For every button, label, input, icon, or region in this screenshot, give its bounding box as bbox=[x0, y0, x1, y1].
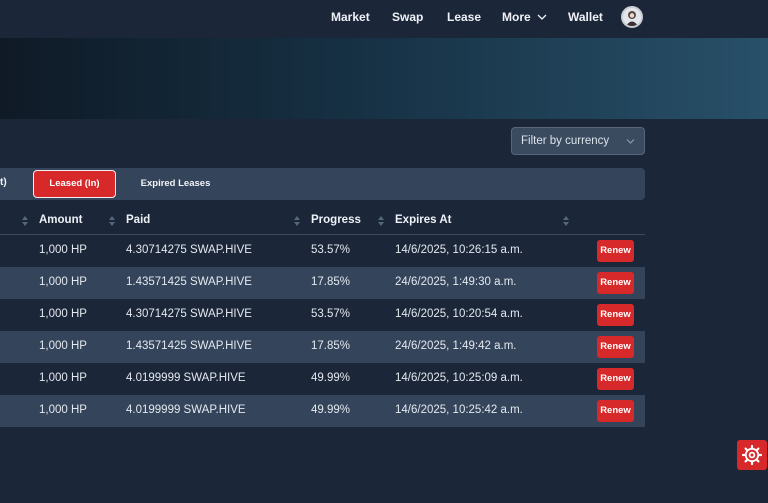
sort-icon[interactable] bbox=[22, 216, 28, 226]
tab-expired-leases[interactable]: Expired Leases bbox=[124, 170, 227, 198]
cell-progress: 53.57% bbox=[311, 308, 351, 320]
cell-progress: 49.99% bbox=[311, 404, 351, 416]
column-header-amount[interactable]: Amount bbox=[39, 214, 82, 226]
nav-wallet[interactable]: Wallet bbox=[568, 10, 603, 24]
cell-amount: 1,000 HP bbox=[39, 404, 87, 416]
gear-icon bbox=[741, 444, 763, 466]
nav-swap[interactable]: Swap bbox=[392, 10, 423, 24]
chevron-down-icon bbox=[537, 14, 547, 20]
cell-progress: 53.57% bbox=[311, 244, 351, 256]
nav-lease[interactable]: Lease bbox=[447, 10, 481, 24]
cell-expires-at: 14/6/2025, 10:25:42 a.m. bbox=[395, 404, 523, 416]
renew-button[interactable]: Renew bbox=[597, 400, 634, 422]
cell-expires-at: 24/6/2025, 1:49:30 a.m. bbox=[395, 276, 517, 288]
avatar-image bbox=[623, 8, 641, 26]
cell-amount: 1,000 HP bbox=[39, 244, 87, 256]
filter-label: Filter by currency bbox=[521, 135, 610, 147]
cell-progress: 49.99% bbox=[311, 372, 351, 384]
table-row: 1,000 HP 1.43571425 SWAP.HIVE 17.85% 24/… bbox=[0, 331, 645, 363]
avatar[interactable] bbox=[621, 6, 643, 28]
sort-icon[interactable] bbox=[294, 216, 300, 226]
table-row: 1,000 HP 1.43571425 SWAP.HIVE 17.85% 24/… bbox=[0, 267, 645, 299]
tab-leased-in[interactable]: Leased (In) bbox=[33, 170, 116, 198]
column-header-progress[interactable]: Progress bbox=[311, 214, 361, 226]
cell-paid: 1.43571425 SWAP.HIVE bbox=[126, 340, 252, 352]
renew-button[interactable]: Renew bbox=[597, 240, 634, 262]
table-row: 1,000 HP 4.30714275 SWAP.HIVE 53.57% 14/… bbox=[0, 235, 645, 267]
cell-expires-at: 14/6/2025, 10:26:15 a.m. bbox=[395, 244, 523, 256]
table-row: 1,000 HP 4.0199999 SWAP.HIVE 49.99% 14/6… bbox=[0, 363, 645, 395]
sort-icon[interactable] bbox=[563, 216, 569, 226]
cell-paid: 4.30714275 SWAP.HIVE bbox=[126, 244, 252, 256]
cell-progress: 17.85% bbox=[311, 276, 351, 288]
renew-button[interactable]: Renew bbox=[597, 304, 634, 326]
cell-paid: 4.30714275 SWAP.HIVE bbox=[126, 308, 252, 320]
cell-paid: 4.0199999 SWAP.HIVE bbox=[126, 404, 246, 416]
column-header-paid[interactable]: Paid bbox=[126, 214, 150, 226]
table-row: 1,000 HP 4.30714275 SWAP.HIVE 53.57% 14/… bbox=[0, 299, 645, 331]
hero-banner bbox=[0, 38, 768, 119]
renew-button[interactable]: Renew bbox=[597, 368, 634, 390]
currency-filter-select[interactable]: Filter by currency bbox=[511, 127, 645, 155]
tab-leased-out[interactable]: t) bbox=[0, 177, 7, 188]
renew-button[interactable]: Renew bbox=[597, 336, 634, 358]
nav-more-label: More bbox=[502, 10, 531, 24]
chevron-down-icon bbox=[626, 139, 635, 144]
sort-icon[interactable] bbox=[109, 216, 115, 226]
cell-amount: 1,000 HP bbox=[39, 340, 87, 352]
top-nav: Market Swap Lease More Wallet bbox=[0, 0, 768, 38]
nav-more[interactable]: More bbox=[502, 10, 547, 24]
cell-expires-at: 14/6/2025, 10:25:09 a.m. bbox=[395, 372, 523, 384]
cell-amount: 1,000 HP bbox=[39, 372, 87, 384]
cell-amount: 1,000 HP bbox=[39, 308, 87, 320]
table-header: Amount Paid Progress Expires At bbox=[0, 206, 645, 235]
cell-paid: 1.43571425 SWAP.HIVE bbox=[126, 276, 252, 288]
renew-button[interactable]: Renew bbox=[597, 272, 634, 294]
table-row: 1,000 HP 4.0199999 SWAP.HIVE 49.99% 14/6… bbox=[0, 395, 645, 427]
nav-market[interactable]: Market bbox=[331, 10, 370, 24]
cell-expires-at: 14/6/2025, 10:20:54 a.m. bbox=[395, 308, 523, 320]
cell-paid: 4.0199999 SWAP.HIVE bbox=[126, 372, 246, 384]
column-header-expires-at[interactable]: Expires At bbox=[395, 214, 451, 226]
cell-amount: 1,000 HP bbox=[39, 276, 87, 288]
lease-tabs: t) Leased (In) Expired Leases bbox=[0, 168, 645, 200]
settings-button[interactable] bbox=[737, 440, 767, 470]
cell-expires-at: 24/6/2025, 1:49:42 a.m. bbox=[395, 340, 517, 352]
cell-progress: 17.85% bbox=[311, 340, 351, 352]
sort-icon[interactable] bbox=[378, 216, 384, 226]
